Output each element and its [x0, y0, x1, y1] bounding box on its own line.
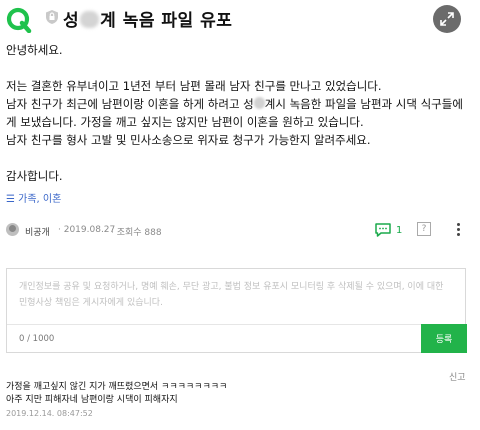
post-date: · 2019.08.27 — [58, 225, 116, 235]
closing-text: 감사합니다. — [6, 169, 63, 183]
expand-icon — [440, 12, 454, 26]
comment-count[interactable]: 1 — [396, 225, 402, 236]
question-title: 성계 녹음 파일 유포 — [63, 11, 233, 31]
more-vertical-icon[interactable] — [455, 222, 461, 238]
char-count: 0 / 1000 — [19, 334, 55, 344]
submit-button[interactable]: 등록 — [421, 324, 467, 353]
help-icon[interactable]: ? — [417, 222, 431, 236]
divider — [7, 324, 465, 325]
author-name: 비공개 — [25, 228, 50, 238]
redacted-text — [253, 97, 265, 109]
reply-line: 가정을 깨고싶지 않긴 지가 깨뜨렸으면서 ㅋㅋㅋㅋㅋㅋㅋㅋ — [6, 382, 228, 392]
lock-icon — [46, 10, 58, 24]
question-body: 안녕하세요. 저는 결혼한 유부녀이고 1년전 부터 남편 몰래 남자 친구를 … — [6, 41, 476, 185]
comment-input[interactable] — [19, 279, 449, 319]
naver-q-logo-icon — [6, 7, 32, 33]
report-link[interactable]: 신고 — [449, 370, 466, 383]
reply-line: 아주 지만 피해자네 남편이랑 시댁이 피해자지 — [6, 395, 178, 405]
reply-content: 가정을 깨고싶지 않긴 지가 깨뜨렸으면서 ㅋㅋㅋㅋㅋㅋㅋㅋ 아주 지만 피해자… — [6, 381, 227, 407]
comment-bubble-icon[interactable] — [374, 222, 392, 238]
redacted-text — [80, 11, 100, 28]
question-meta: 비공개 · 2019.08.27 · 조회수 888 1 ? — [6, 222, 476, 240]
comment-form: 0 / 1000 등록 — [6, 268, 467, 353]
view-count: · 조회수 888 — [111, 228, 162, 238]
body-line: 남자 친구를 형사 고발 및 민사소송으로 위자료 청구가 가능한지 알려주세요… — [6, 133, 371, 147]
avatar — [6, 223, 19, 236]
reply-date: 2019.12.14. 08:47:52 — [6, 409, 93, 418]
body-line: 게 보냈습니다. 가정을 깨고 싶지는 않지만 남편이 이혼을 원하고 있습니다… — [6, 115, 364, 129]
category-tags[interactable]: ☰ 가족, 이혼 — [6, 190, 61, 205]
greeting-text: 안녕하세요. — [6, 43, 63, 57]
expand-button[interactable] — [433, 5, 461, 33]
body-line: 저는 결혼한 유부녀이고 1년전 부터 남편 몰래 남자 친구를 만나고 있었습… — [6, 79, 382, 93]
reply-author-redacted — [6, 368, 54, 378]
body-line: 남자 친구가 최근에 남편이랑 이혼을 하게 하려고 성 계시 녹음한 파일을 남… — [6, 97, 463, 111]
question-header: 성계 녹음 파일 유포 — [0, 0, 480, 38]
